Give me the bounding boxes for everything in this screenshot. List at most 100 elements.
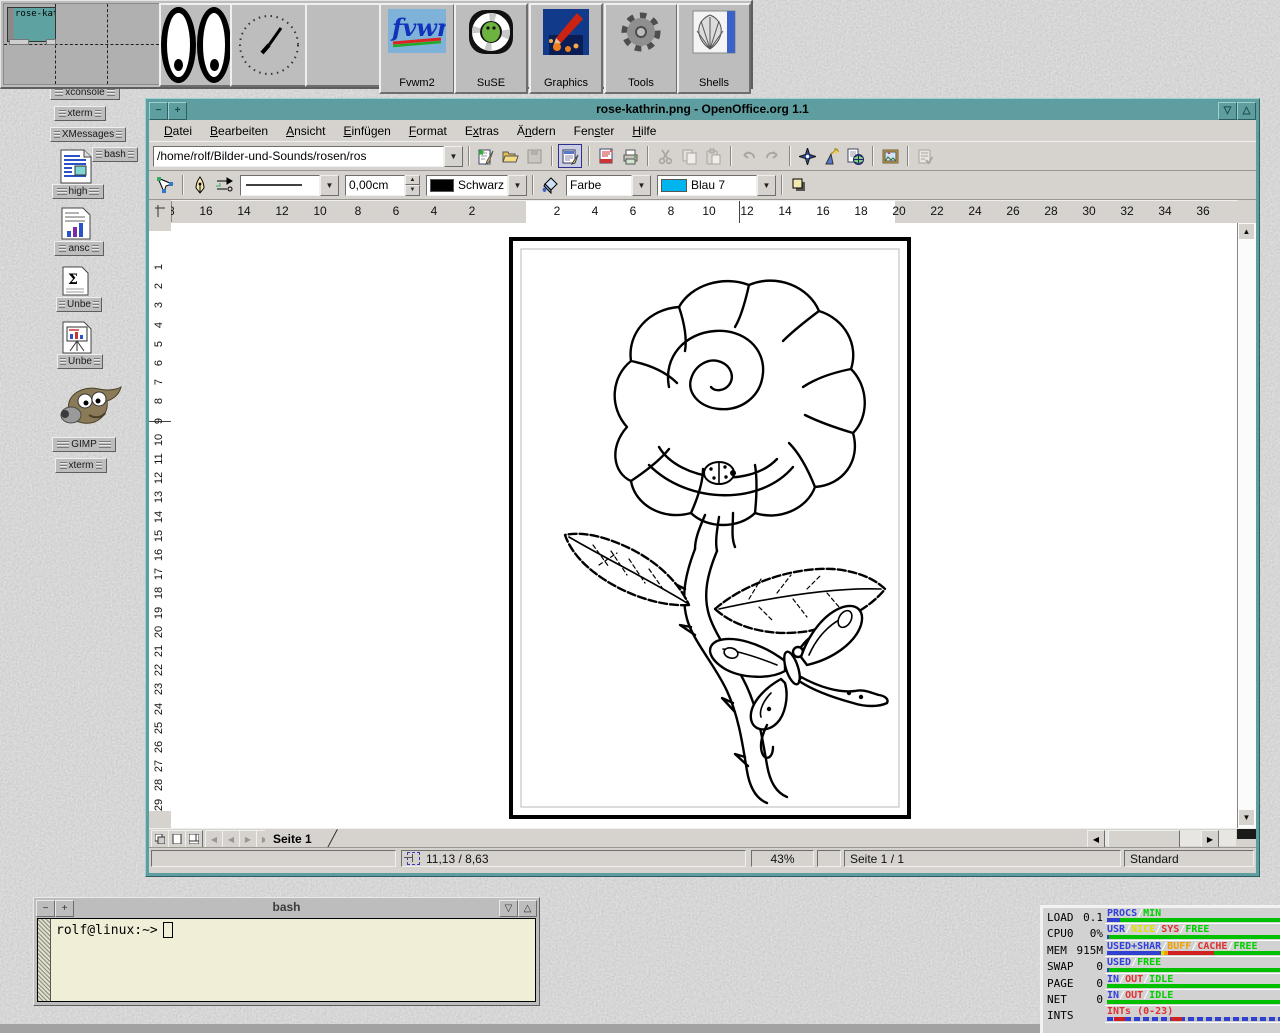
maximize-button[interactable]: △ bbox=[1237, 102, 1256, 120]
desktop-icon-sigma-doc[interactable]: Σ bbox=[62, 266, 89, 301]
launcher-suse[interactable]: SuSE bbox=[454, 3, 528, 94]
arrow-ends-button[interactable] bbox=[213, 174, 235, 196]
line-width-spinner[interactable]: ▲▼ bbox=[405, 175, 420, 196]
desktop-icon-bash[interactable]: bash bbox=[92, 147, 138, 162]
copy-button[interactable] bbox=[678, 145, 700, 167]
gallery-button[interactable] bbox=[820, 145, 842, 167]
clock-applet[interactable] bbox=[230, 3, 308, 87]
iconify-button[interactable]: − bbox=[149, 102, 168, 120]
cut-button[interactable] bbox=[654, 145, 676, 167]
desktop-icon-xmessages[interactable]: XMessages bbox=[50, 127, 126, 142]
view-mode-button-1[interactable] bbox=[151, 830, 169, 848]
navigator-button[interactable] bbox=[796, 145, 818, 167]
line-style-select[interactable]: ▼ bbox=[240, 175, 339, 196]
status-style-cell[interactable]: Standard bbox=[1124, 850, 1254, 867]
line-width-input[interactable] bbox=[345, 175, 405, 196]
pager-mini-monitor[interactable] bbox=[46, 39, 56, 45]
url-combobox[interactable]: ▼ bbox=[153, 146, 463, 167]
desktop-icon-unbenannt1[interactable]: Unbe bbox=[56, 297, 102, 312]
vertical-ruler[interactable]: 1234567891011121314151617181920212223242… bbox=[149, 223, 172, 828]
fill-type-dropdown[interactable]: ▼ bbox=[632, 175, 651, 196]
vertical-scrollbar[interactable]: ▲ ▼ bbox=[1237, 223, 1256, 828]
menu-bearbeiten[interactable]: Bearbeiten bbox=[201, 122, 277, 140]
redo-button[interactable] bbox=[761, 145, 783, 167]
open-button[interactable] bbox=[499, 145, 521, 167]
hscroll-thumb[interactable] bbox=[1108, 830, 1180, 848]
drawing-canvas[interactable] bbox=[171, 223, 1238, 828]
pager-mini-terminal[interactable] bbox=[9, 39, 29, 45]
desktop-icon-writer-doc[interactable] bbox=[60, 149, 92, 189]
new-document-button[interactable] bbox=[475, 145, 497, 167]
desktop-icon-ansc[interactable]: ansc bbox=[54, 241, 104, 256]
edit-file-button[interactable] bbox=[558, 144, 582, 168]
desktop-icon-chart-doc[interactable] bbox=[61, 207, 91, 245]
url-input[interactable] bbox=[153, 146, 444, 167]
launcher-shells[interactable]: Shells bbox=[677, 3, 751, 94]
first-page-button[interactable]: ◀ bbox=[205, 830, 223, 848]
sticky-button[interactable]: + bbox=[55, 900, 74, 917]
line-pen-button[interactable] bbox=[189, 174, 211, 196]
view-mode-button-2[interactable] bbox=[168, 830, 186, 848]
line-color-select[interactable]: Schwarz ▼ bbox=[426, 175, 527, 196]
desktop-icon-gimp[interactable] bbox=[55, 381, 123, 434]
horizontal-ruler[interactable]: 1816141210864224681012141618202224262830… bbox=[149, 200, 1256, 224]
scroll-up-button[interactable]: ▲ bbox=[1239, 224, 1254, 239]
menu-aendern[interactable]: Ändern bbox=[508, 122, 565, 140]
line-color-dropdown[interactable]: ▼ bbox=[508, 175, 527, 196]
terminal-screen[interactable]: rolf@linux:~> bbox=[37, 918, 536, 1002]
menu-datei[interactable]: Datei bbox=[155, 122, 201, 140]
shadow-button[interactable] bbox=[788, 174, 810, 196]
scroll-down-button[interactable]: ▼ bbox=[1239, 810, 1254, 825]
print-button[interactable] bbox=[619, 145, 641, 167]
fill-style-button[interactable] bbox=[539, 174, 561, 196]
shade-button[interactable]: ▽ bbox=[1218, 102, 1237, 120]
save-button[interactable] bbox=[523, 145, 545, 167]
edit-points-button[interactable] bbox=[154, 174, 176, 196]
status-page-cell[interactable]: Seite 1 / 1 bbox=[844, 850, 1121, 867]
maximize-button[interactable]: △ bbox=[518, 900, 537, 917]
fill-color-select[interactable]: Blau 7 ▼ bbox=[657, 175, 776, 196]
rose-clipart-image[interactable] bbox=[509, 237, 911, 819]
menu-fenster[interactable]: Fenster bbox=[565, 122, 624, 140]
terminal-titlebar[interactable]: − + bash ▽ △ bbox=[36, 900, 537, 917]
menu-ansicht[interactable]: Ansicht bbox=[277, 122, 334, 140]
desktop-icon-xterm2[interactable]: xterm bbox=[55, 458, 107, 473]
desktop-pager[interactable]: rose-kat bbox=[3, 3, 160, 85]
fill-type-select[interactable]: Farbe ▼ bbox=[566, 175, 651, 196]
launcher-graphics[interactable]: Graphics bbox=[529, 3, 603, 94]
pager-mini-window[interactable]: rose-kat bbox=[7, 7, 56, 42]
status-zoom-cell[interactable]: 43% bbox=[751, 850, 814, 867]
status-modified-cell[interactable] bbox=[817, 850, 841, 867]
desktop-icon-xterm[interactable]: xterm bbox=[54, 106, 106, 121]
desktop-icon-high[interactable]: high bbox=[52, 184, 104, 199]
openoffice-titlebar[interactable]: − + rose-kathrin.png - OpenOffice.org 1.… bbox=[149, 102, 1256, 120]
resize-corner[interactable] bbox=[1237, 829, 1256, 839]
insert-image-button[interactable] bbox=[879, 145, 901, 167]
next-page-button[interactable]: ▶ bbox=[239, 830, 257, 848]
shade-button[interactable]: ▽ bbox=[499, 900, 518, 917]
xeyes-applet[interactable] bbox=[159, 3, 233, 87]
view-mode-button-3[interactable] bbox=[185, 830, 203, 848]
launcher-fvwm2[interactable]: fvwm Fvwm2 bbox=[379, 3, 455, 94]
prev-page-button[interactable]: ◀ bbox=[222, 830, 240, 848]
line-width-field[interactable]: ▲▼ bbox=[345, 175, 420, 196]
desktop-icon-unbenannt2[interactable]: Unbe bbox=[57, 354, 103, 369]
export-pdf-button[interactable] bbox=[595, 145, 617, 167]
hscroll-right-button[interactable]: ▶ bbox=[1201, 830, 1219, 848]
menu-extras[interactable]: Extras bbox=[456, 122, 508, 140]
hyperlink-button[interactable] bbox=[844, 145, 866, 167]
hscroll-left-button[interactable]: ◀ bbox=[1087, 830, 1105, 848]
terminal-scrollbar[interactable] bbox=[38, 919, 51, 1001]
desktop-icon-gimp-label[interactable]: GIMP bbox=[52, 437, 116, 452]
document-page[interactable] bbox=[509, 237, 911, 819]
menu-einfuegen[interactable]: Einfügen bbox=[334, 122, 399, 140]
menu-format[interactable]: Format bbox=[400, 122, 456, 140]
launcher-tools[interactable]: Tools bbox=[604, 3, 678, 94]
iconify-button[interactable]: − bbox=[36, 900, 55, 917]
url-dropdown-button[interactable]: ▼ bbox=[444, 146, 463, 167]
line-style-dropdown[interactable]: ▼ bbox=[320, 175, 339, 196]
paste-button[interactable] bbox=[702, 145, 724, 167]
sticky-button[interactable]: + bbox=[168, 102, 187, 120]
menu-hilfe[interactable]: Hilfe bbox=[623, 122, 665, 140]
fill-color-dropdown[interactable]: ▼ bbox=[757, 175, 776, 196]
